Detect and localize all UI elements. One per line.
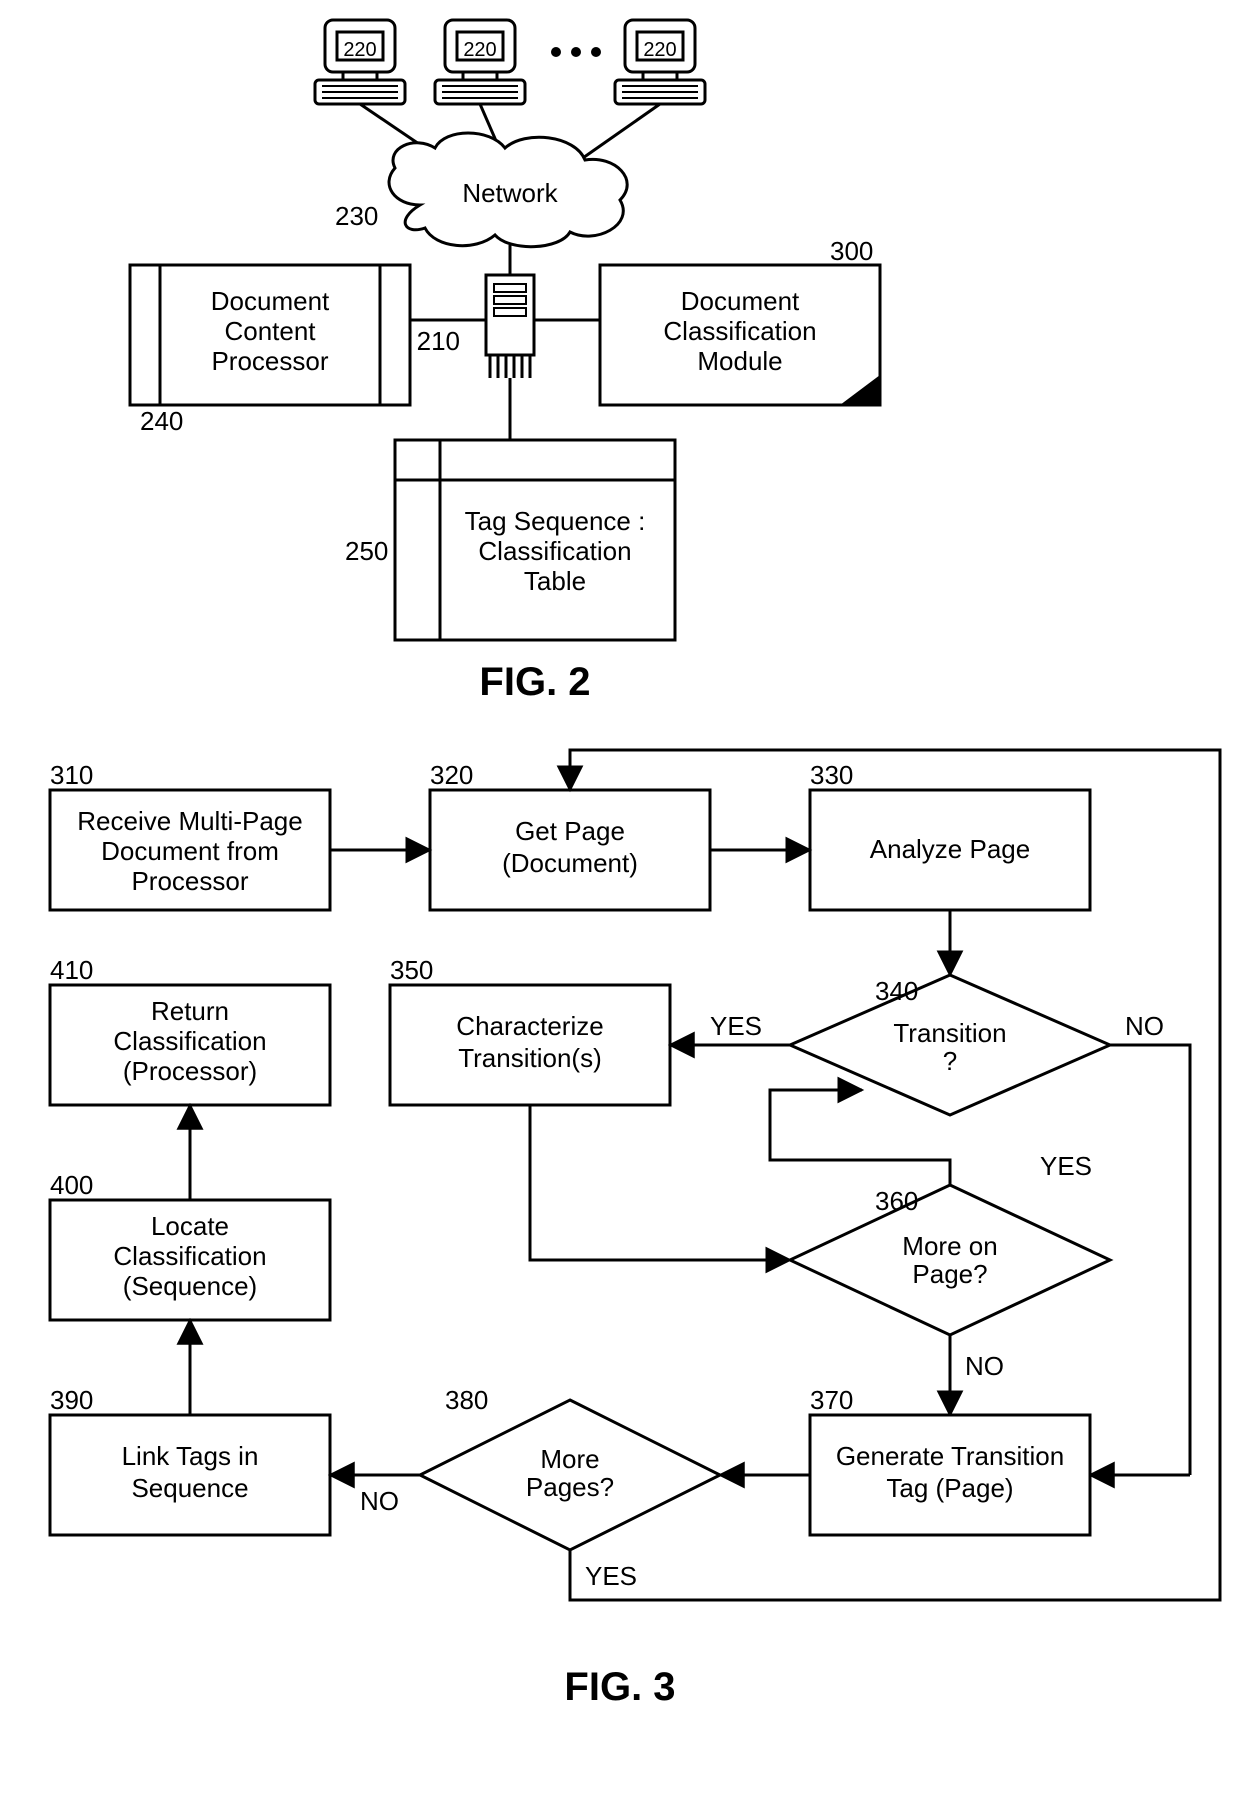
node-360: 360 More on Page? — [790, 1185, 1110, 1335]
label-no-380: NO — [360, 1486, 399, 1516]
n370-ref: 370 — [810, 1385, 853, 1415]
n340-l1: Transition — [893, 1018, 1006, 1048]
n410-ref: 410 — [50, 955, 93, 985]
module-line2: Classification — [663, 316, 816, 346]
node-410: 410 Return Classification (Processor) — [50, 955, 330, 1105]
n400-l2: Classification — [113, 1241, 266, 1271]
client-ref-1: 220 — [343, 39, 376, 61]
n350-ref: 350 — [390, 955, 433, 985]
server-tower-icon: 210 — [417, 275, 534, 378]
fig2-title: FIG. 2 — [479, 660, 590, 704]
n370-l2: Tag (Page) — [886, 1473, 1013, 1503]
n360-ref: 360 — [875, 1186, 918, 1216]
n370-l1: Generate Transition — [836, 1441, 1064, 1471]
label-yes-360: YES — [1040, 1151, 1092, 1181]
n410-l1: Return — [151, 996, 229, 1026]
n410-l2: Classification — [113, 1026, 266, 1056]
fig3-title: FIG. 3 — [564, 1665, 675, 1709]
n390-l1: Link Tags in — [122, 1441, 259, 1471]
document-classification-module-node: Document Classification Module 300 — [600, 236, 880, 405]
n350-l1: Characterize — [456, 1011, 603, 1041]
n320-l2: (Document) — [502, 848, 638, 878]
network-ref: 230 — [335, 201, 378, 231]
n310-l3: Processor — [131, 866, 248, 896]
node-340: 340 Transition ? — [790, 975, 1110, 1115]
client-ref-3: 220 — [643, 39, 676, 61]
processor-line3: Processor — [211, 346, 328, 376]
n340-ref: 340 — [875, 976, 918, 1006]
node-350: 350 Characterize Transition(s) — [390, 955, 670, 1105]
module-ref: 300 — [830, 236, 873, 266]
processor-ref: 240 — [140, 406, 183, 436]
ellipsis-icon — [591, 47, 601, 57]
processor-line2: Content — [224, 316, 316, 346]
module-line3: Module — [697, 346, 782, 376]
table-line2: Classification — [478, 536, 631, 566]
network-cloud-icon: Network — [389, 133, 627, 247]
processor-line1: Document — [211, 286, 330, 316]
label-yes-380: YES — [585, 1561, 637, 1591]
network-label: Network — [462, 178, 558, 208]
n410-l3: (Processor) — [123, 1056, 257, 1086]
label-yes-340: YES — [710, 1011, 762, 1041]
n350-l2: Transition(s) — [458, 1043, 602, 1073]
n380-l2: Pages? — [526, 1472, 614, 1502]
fig3-diagram: 310 Receive Multi-Page Document from Pro… — [50, 750, 1220, 1709]
n360-l1: More on — [902, 1231, 997, 1261]
table-line3: Table — [524, 566, 586, 596]
node-310: 310 Receive Multi-Page Document from Pro… — [50, 760, 330, 910]
n390-ref: 390 — [50, 1385, 93, 1415]
table-ref: 250 — [345, 536, 388, 566]
n380-l1: More — [540, 1444, 599, 1474]
ellipsis-icon — [551, 47, 561, 57]
n330-l1: Analyze Page — [870, 834, 1030, 864]
module-line1: Document — [681, 286, 800, 316]
label-no-340: NO — [1125, 1011, 1164, 1041]
client-computer-icon: 220 — [315, 20, 405, 104]
n340-l2: ? — [943, 1046, 957, 1076]
node-330: 330 Analyze Page — [810, 760, 1090, 910]
n320-ref: 320 — [430, 760, 473, 790]
server-ref: 210 — [417, 326, 460, 356]
n400-ref: 400 — [50, 1170, 93, 1200]
n310-l1: Receive Multi-Page — [77, 806, 302, 836]
client-computer-icon: 220 — [615, 20, 705, 104]
table-line1: Tag Sequence : — [465, 506, 646, 536]
n400-l3: (Sequence) — [123, 1271, 257, 1301]
ellipsis-icon — [571, 47, 581, 57]
n320-l1: Get Page — [515, 816, 625, 846]
node-380: 380 More Pages? — [420, 1385, 720, 1550]
fig2-diagram: 220 220 220 — [130, 20, 880, 704]
n380-ref: 380 — [445, 1385, 488, 1415]
n310-l2: Document from — [101, 836, 279, 866]
document-content-processor-node: Document Content Processor 240 — [130, 265, 410, 436]
n330-ref: 330 — [810, 760, 853, 790]
n360-l2: Page? — [912, 1259, 987, 1289]
label-no-360: NO — [965, 1351, 1004, 1381]
classification-table-node: Tag Sequence : Classification Table 250 — [345, 440, 675, 640]
client-computer-icon: 220 — [435, 20, 525, 104]
n390-l2: Sequence — [131, 1473, 248, 1503]
n310-ref: 310 — [50, 760, 93, 790]
client-ref-2: 220 — [463, 39, 496, 61]
n400-l1: Locate — [151, 1211, 229, 1241]
